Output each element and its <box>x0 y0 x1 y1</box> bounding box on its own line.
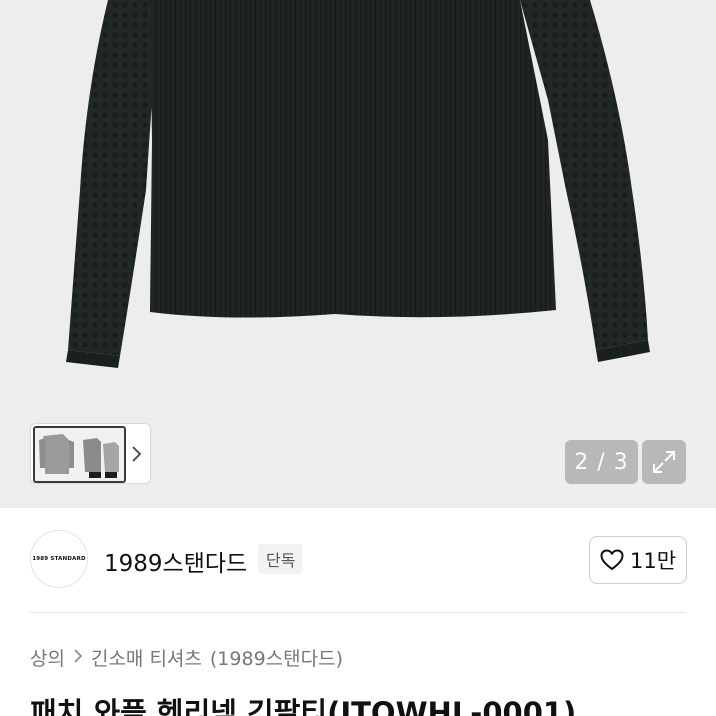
exclusive-badge: 단독 <box>258 544 304 574</box>
thumbnail-strip[interactable] <box>30 423 151 484</box>
image-counter: 2 / 3 <box>565 440 638 484</box>
product-image-gallery[interactable]: 2 / 3 <box>0 0 716 508</box>
thumbnail-photo <box>35 428 124 481</box>
chevron-right-icon <box>73 647 83 668</box>
breadcrumb-item-subcategory[interactable]: 긴소매 티셔츠 <box>91 644 202 671</box>
product-title: 패치 와플 헨리넥 긴팔티(JTOWHL-0001) <box>30 696 577 716</box>
like-count: 11만 <box>629 549 677 573</box>
breadcrumb-item-brand[interactable]: (1989스탠다드) <box>210 644 343 671</box>
like-button[interactable]: 11만 <box>589 536 687 584</box>
heart-outline-icon <box>600 549 624 571</box>
brand-row: 1989 STANDARD 1989스탠다드 단독 11만 <box>0 508 716 612</box>
divider <box>30 612 686 613</box>
brand-logo[interactable]: 1989 STANDARD <box>30 530 88 588</box>
breadcrumb-item-category[interactable]: 상의 <box>30 644 65 671</box>
expand-icon[interactable] <box>642 440 686 484</box>
brand-name[interactable]: 1989스탠다드 <box>104 544 247 578</box>
breadcrumb: 상의 긴소매 티셔츠 (1989스탠다드) <box>30 644 343 671</box>
chevron-right-icon[interactable] <box>128 442 144 466</box>
thumbnail-image[interactable] <box>33 426 126 483</box>
